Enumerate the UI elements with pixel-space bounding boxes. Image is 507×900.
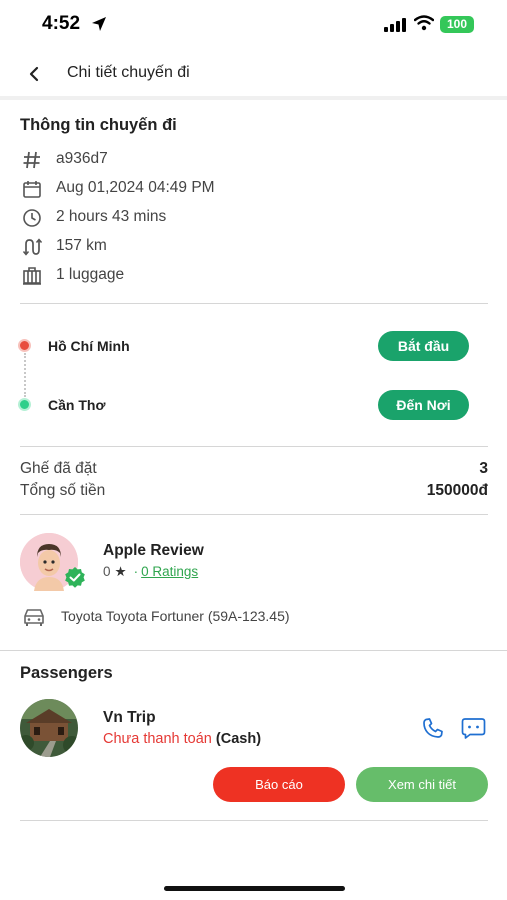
- route-icon: [22, 238, 42, 256]
- trip-luggage-row: 1 luggage: [20, 264, 480, 288]
- passenger-avatar: [20, 699, 78, 757]
- passenger-photo-icon: [20, 699, 78, 757]
- wifi-icon: [414, 15, 434, 31]
- car-icon: [24, 609, 44, 626]
- origin-label: Hồ Chí Minh: [48, 338, 130, 354]
- view-detail-button[interactable]: Xem chi tiết: [356, 767, 488, 802]
- status-time: 4:52: [42, 13, 81, 34]
- page-title: Chi tiết chuyến đi: [67, 64, 190, 81]
- total-value: 150000đ: [426, 482, 488, 499]
- divider: [0, 650, 507, 651]
- status-bar: 4:52 100: [0, 0, 507, 48]
- cellular-signal-icon: [384, 18, 406, 32]
- trip-code-row: a936d7: [20, 148, 480, 172]
- destination-label: Cần Thơ: [48, 397, 106, 413]
- verified-check-icon: [65, 567, 85, 588]
- battery-indicator: 100: [440, 16, 474, 33]
- clock-icon: [23, 209, 41, 227]
- trip-code: a936d7: [56, 150, 108, 167]
- rating-value: 0: [103, 564, 111, 579]
- divider: [20, 446, 488, 447]
- location-arrow-icon: [92, 17, 106, 31]
- driver-name: Apple Review: [103, 542, 204, 559]
- arrive-button[interactable]: Đến Nơi: [378, 390, 469, 420]
- trip-info-title: Thông tin chuyến đi: [20, 116, 177, 134]
- home-indicator: [164, 886, 345, 891]
- trip-date: Aug 01,2024 04:49 PM: [56, 179, 215, 196]
- calendar-icon: [23, 181, 41, 198]
- ratings-link[interactable]: 0 Ratings: [141, 564, 198, 579]
- destination-dot-icon: [18, 398, 31, 411]
- origin-dot-icon: [18, 339, 31, 352]
- route-dotted-line: [24, 353, 26, 397]
- driver-rating: 0 ★ · 0 Ratings: [103, 564, 198, 580]
- payment-status: Chưa thanh toán (Cash): [103, 731, 261, 747]
- trip-luggage: 1 luggage: [56, 266, 125, 283]
- hash-icon: [23, 151, 40, 169]
- passenger-name: Vn Trip: [103, 709, 156, 726]
- seats-value: 3: [479, 460, 488, 477]
- divider: [20, 303, 488, 304]
- seats-label: Ghế đã đặt: [20, 460, 97, 477]
- passengers-title: Passengers: [20, 664, 113, 682]
- payment-unpaid-label: Chưa thanh toán: [103, 731, 212, 747]
- nav-bar: Chi tiết chuyến đi: [0, 50, 507, 100]
- trip-distance: 157 km: [56, 237, 107, 254]
- trip-distance-row: 157 km: [20, 235, 480, 259]
- separator-dot: ·: [133, 564, 139, 579]
- chat-icon[interactable]: [461, 717, 486, 739]
- total-label: Tổng số tiền: [20, 482, 106, 499]
- divider: [20, 820, 488, 821]
- trip-date-row: Aug 01,2024 04:49 PM: [20, 177, 480, 201]
- payment-method: (Cash): [215, 731, 262, 747]
- start-trip-button[interactable]: Bắt đầu: [378, 331, 469, 361]
- trip-duration: 2 hours 43 mins: [56, 208, 167, 225]
- divider: [20, 514, 488, 515]
- report-button[interactable]: Báo cáo: [213, 767, 345, 802]
- vehicle-info: Toyota Toyota Fortuner (59A-123.45): [61, 608, 290, 624]
- trip-duration-row: 2 hours 43 mins: [20, 206, 480, 230]
- luggage-icon: [23, 267, 41, 285]
- phone-icon[interactable]: [422, 717, 444, 739]
- star-icon: ★: [114, 564, 127, 579]
- back-chevron-icon[interactable]: [24, 64, 44, 84]
